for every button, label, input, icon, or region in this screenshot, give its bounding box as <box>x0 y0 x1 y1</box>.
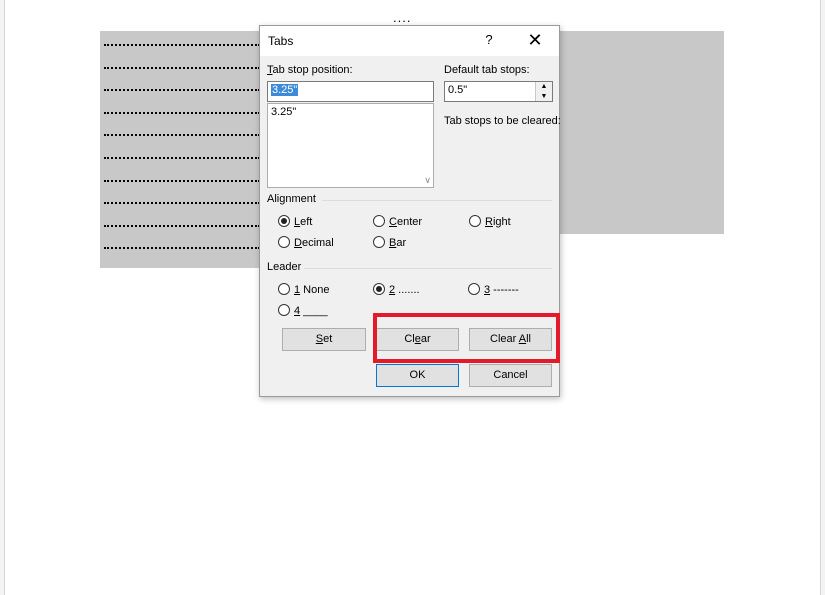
tab-leader-dots: .... <box>393 10 412 25</box>
set-button[interactable]: Set <box>282 328 366 351</box>
alignment-decimal-radio[interactable] <box>278 236 290 248</box>
alignment-left-label: Left <box>294 216 313 228</box>
leader-underline-label: 4 ____ <box>294 305 328 317</box>
leader-line <box>104 247 260 250</box>
alignment-decimal-label: Decimal <box>294 237 334 249</box>
leader-dots-label: 2 ....... <box>389 284 420 296</box>
shaded-text-area-right <box>558 31 724 234</box>
leader-underline-radio[interactable] <box>278 304 290 316</box>
spin-down-icon[interactable]: ▼ <box>536 92 552 101</box>
leader-line <box>104 66 260 69</box>
alignment-bar-label: Bar <box>389 237 407 249</box>
leader-dashes-radio[interactable] <box>468 283 480 295</box>
leader-dashes-label: 3 ------- <box>484 284 519 296</box>
cancel-button[interactable]: Cancel <box>469 364 552 387</box>
leader-line <box>104 157 260 159</box>
tab-stop-position-input[interactable]: 3.25" <box>267 81 434 102</box>
leader-line <box>104 202 260 205</box>
alignment-left-radio[interactable] <box>278 215 290 227</box>
spin-up-icon[interactable]: ▲ <box>536 82 552 91</box>
leader-divider <box>304 268 552 269</box>
leader-line <box>104 111 260 114</box>
dialog-title: Tabs <box>268 34 294 48</box>
leader-line <box>104 179 260 182</box>
leader-label: Leader <box>267 261 302 273</box>
leader-line <box>104 224 260 227</box>
clear-buttons-highlight <box>373 313 560 363</box>
ok-button[interactable]: OK <box>376 364 459 387</box>
leader-line <box>104 134 260 137</box>
alignment-center-radio[interactable] <box>373 215 385 227</box>
chevron-down-icon[interactable]: ∨ <box>424 175 431 186</box>
default-tab-stops-spinner: ▲ ▼ <box>535 82 552 101</box>
tab-stop-position-label: Tab stop position: <box>267 64 353 76</box>
alignment-label: Alignment <box>267 193 316 205</box>
alignment-divider <box>322 200 552 201</box>
default-tab-stops-label: Default tab stops: <box>444 64 530 76</box>
alignment-bar-radio[interactable] <box>373 236 385 248</box>
list-item[interactable]: 3.25" <box>271 106 296 118</box>
alignment-center-label: Center <box>389 216 423 228</box>
leader-none-radio[interactable] <box>278 283 290 295</box>
close-button[interactable]: ✕ <box>522 31 548 51</box>
leader-none-label: 1 None <box>294 284 330 296</box>
leader-line <box>104 44 260 46</box>
tab-stops-to-be-cleared-label: Tab stops to be cleared: <box>444 115 561 127</box>
leader-line <box>104 89 260 92</box>
dialog-titlebar: Tabs ? ✕ <box>260 26 559 56</box>
alignment-right-radio[interactable] <box>469 215 481 227</box>
leader-dots-radio[interactable] <box>373 283 385 295</box>
tab-stop-list[interactable]: 3.25" ∨ <box>267 103 434 188</box>
alignment-right-label: Right <box>485 216 511 228</box>
help-button[interactable]: ? <box>478 32 500 50</box>
